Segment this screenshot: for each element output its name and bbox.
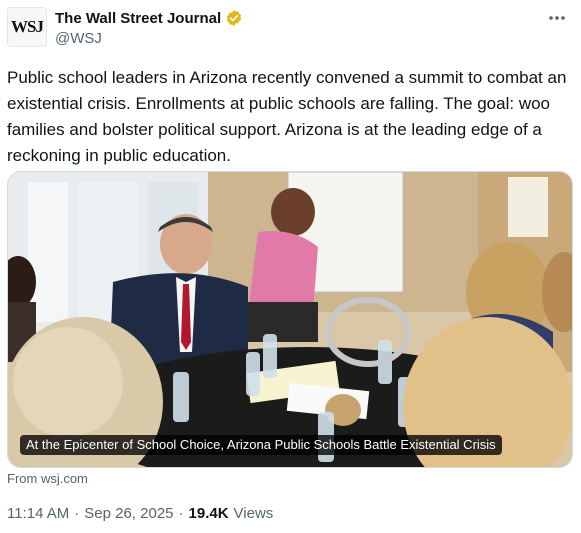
link-card-image[interactable]: At the Epicenter of School Choice, Arizo… (7, 171, 573, 468)
tweet-meta: 11:14 AM · Sep 26, 2025 · 19.4K Views (7, 505, 273, 522)
verified-badge-icon (225, 9, 243, 27)
views-count[interactable]: 19.4K (189, 505, 229, 522)
more-options-button[interactable] (545, 8, 569, 28)
tweet-time[interactable]: 11:14 AM (7, 505, 69, 522)
author-handle[interactable]: @WSJ (55, 30, 102, 47)
link-source[interactable]: From wsj.com (7, 471, 88, 486)
tweet-text: Public school leaders in Arizona recentl… (7, 68, 567, 165)
tweet-date[interactable]: Sep 26, 2025 (84, 505, 173, 522)
more-horizontal-icon (549, 16, 565, 20)
meta-separator: · (178, 505, 184, 522)
author-name-row: The Wall Street Journal (55, 9, 243, 27)
meeting-photo (8, 172, 572, 467)
meta-separator: · (74, 505, 80, 522)
author-display-name[interactable]: The Wall Street Journal (55, 10, 221, 27)
views-label: Views (233, 505, 274, 522)
verified-badge-shape (227, 10, 242, 26)
link-card-caption[interactable]: At the Epicenter of School Choice, Arizo… (20, 435, 502, 455)
avatar[interactable]: WSJ (7, 7, 47, 47)
